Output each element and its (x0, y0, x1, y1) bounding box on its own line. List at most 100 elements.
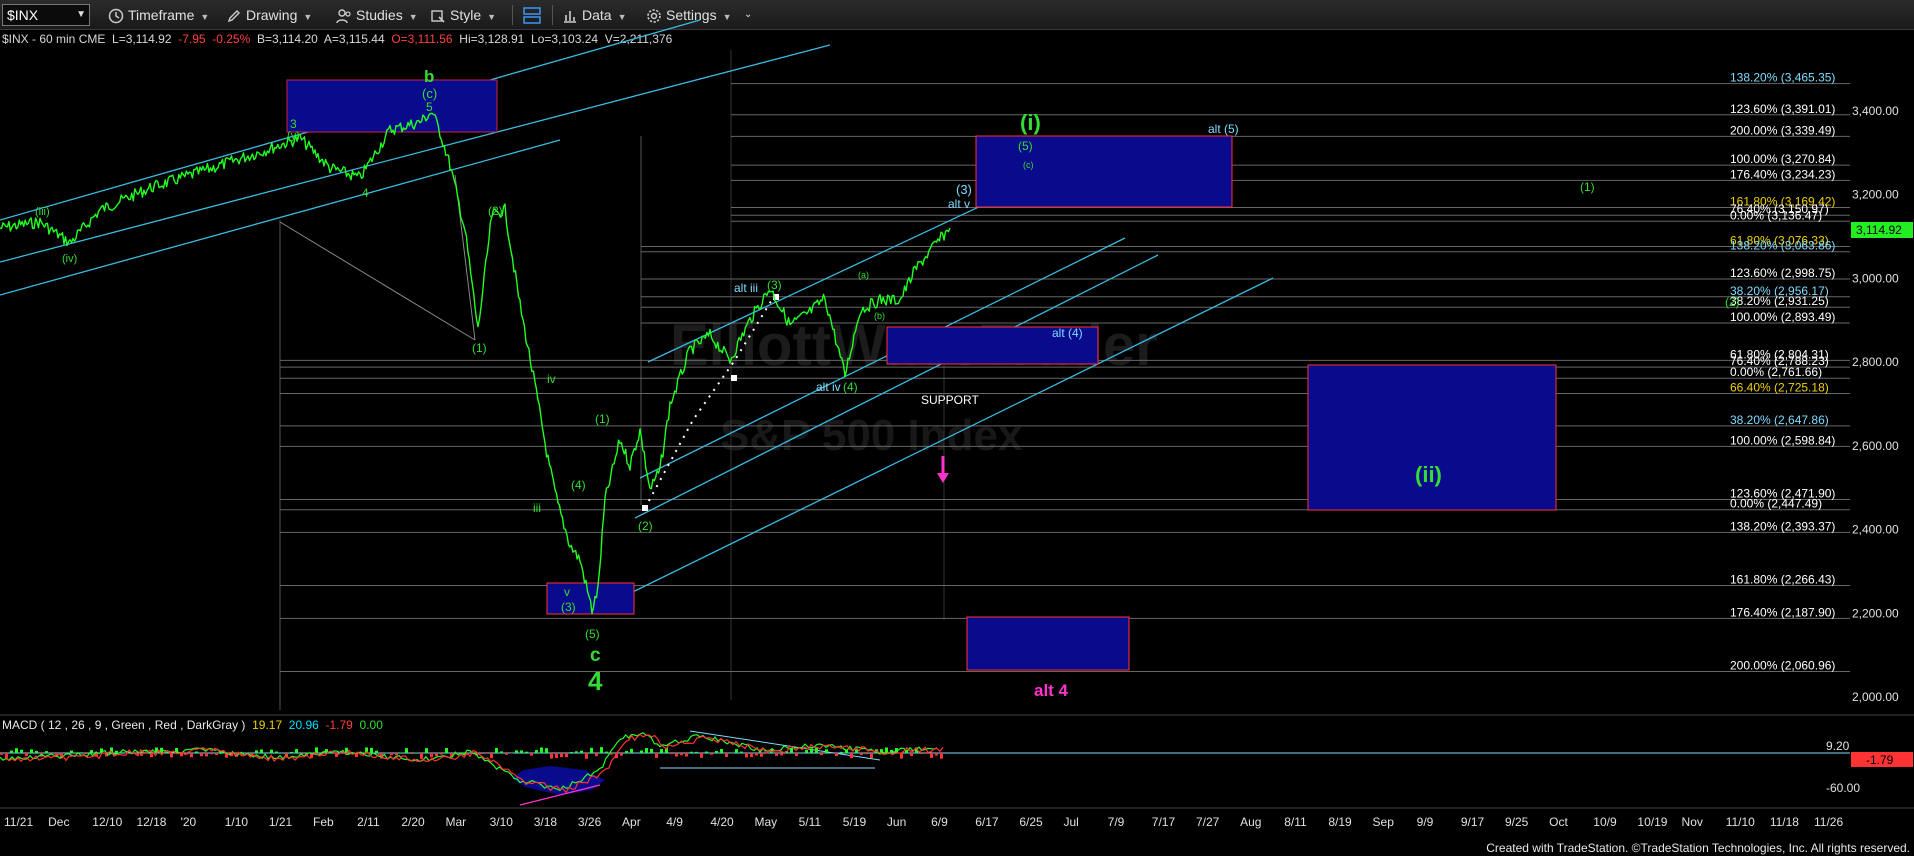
macd-bar (10, 750, 13, 753)
box-b-top (286, 79, 498, 133)
macd-bar (15, 748, 18, 753)
macd-bar (45, 751, 48, 753)
support-label: SUPPORT (921, 393, 979, 407)
macd-bar (865, 753, 868, 755)
price-axis-label: 3,200.00 (1852, 188, 1899, 202)
wave-label-2-right: (2) (1725, 295, 1740, 309)
date-axis-label: 6/25 (1019, 815, 1043, 829)
macd-value: 19.17 (252, 718, 283, 732)
macd-bar (595, 753, 598, 757)
wave-label-iii-dec: (iii) (35, 206, 50, 218)
macd-bar (505, 753, 508, 755)
wave-label-b: b (424, 67, 434, 86)
wave-label-4-apr: (4) (571, 478, 586, 492)
macd-bar (930, 753, 933, 758)
macd-bar (580, 750, 583, 753)
fib-label: 38.20% (2,931.25) (1730, 294, 1829, 308)
wave-label-i-big: (i) (1020, 110, 1041, 135)
macd-bar (205, 753, 208, 757)
date-axis-label: 6/17 (975, 815, 999, 829)
copyright-footer: Created with TradeStation. ©TradeStation… (1486, 841, 1910, 855)
macd-bar (775, 753, 778, 756)
date-axis-label: 1/21 (269, 815, 293, 829)
fib-label: 0.00% (2,447.49) (1730, 497, 1822, 511)
macd-bar (900, 753, 903, 759)
price-axis-label: 2,200.00 (1852, 606, 1899, 620)
macd-bar (150, 753, 153, 758)
wave-label-2-mar: (2) (488, 204, 503, 218)
macd-bar (440, 753, 443, 755)
wave-label-1-apr: (1) (595, 412, 610, 426)
macd-bar (115, 750, 118, 753)
wave-label-y: (y) (287, 130, 300, 142)
macd-bar (25, 753, 28, 757)
date-axis-label: Apr (622, 815, 641, 829)
macd-bar (605, 751, 608, 753)
date-axis-label: 12/18 (136, 815, 166, 829)
date-axis-label: 1/10 (225, 815, 249, 829)
macd-bar (520, 750, 523, 753)
macd-bar (780, 753, 783, 756)
macd-bar (685, 753, 688, 757)
macd-bar (715, 751, 718, 753)
date-axis-label: Nov (1682, 815, 1703, 829)
macd-bar (540, 747, 543, 753)
macd-bar (740, 751, 743, 753)
date-axis-label: Jun (887, 815, 906, 829)
wave-label-alt-v: alt v (948, 197, 970, 211)
date-axis-label: Oct (1549, 815, 1568, 829)
date-axis-label: 11/21 (4, 815, 33, 829)
macd-bar (200, 753, 203, 757)
date-axis-label: 11/26 (1814, 815, 1843, 829)
macd-bar (575, 751, 578, 753)
wave-label-4-big: 4 (588, 666, 603, 696)
macd-bar (690, 751, 693, 753)
macd-bar (860, 753, 863, 755)
macd-bar (490, 753, 493, 759)
date-axis-label: 3/18 (534, 815, 558, 829)
macd-bar (795, 753, 798, 757)
macd-bar (850, 753, 853, 759)
fib-label: 123.60% (3,391.01) (1730, 102, 1835, 116)
macd-bar (415, 752, 418, 753)
macd-bar (840, 751, 843, 753)
macd-bar (675, 753, 678, 757)
macd-bar (35, 750, 38, 753)
macd-bar (480, 753, 483, 755)
macd-bar (140, 753, 143, 756)
macd-bar (535, 750, 538, 753)
macd-bar (720, 749, 723, 753)
macd-bar (820, 753, 823, 756)
fib-label: 176.40% (2,187.90) (1730, 605, 1835, 619)
macd-bar (500, 751, 503, 753)
macd-marker: -1.79 (1866, 753, 1894, 767)
macd-bar (825, 749, 828, 753)
macd-bar (725, 753, 728, 758)
wave-label-3-apr: (3) (767, 278, 782, 292)
wave-label-b-may: (b) (874, 311, 885, 321)
macd-diff: -1.79 (325, 718, 353, 732)
date-axis-label: 10/19 (1637, 815, 1667, 829)
date-axis-label: 5/19 (843, 815, 867, 829)
macd-bar (920, 753, 923, 755)
macd-readout: MACD ( 12 , 26 , 9 , Green , Red , DarkG… (2, 717, 383, 733)
macd-bar (600, 747, 603, 753)
macd-bar (545, 748, 548, 753)
wave-label-c-low: c (590, 645, 601, 666)
date-axis-label: Feb (313, 815, 334, 829)
wave-label-4-feb: 4 (362, 186, 369, 200)
macd-bar (255, 750, 258, 753)
date-axis-label: 6/9 (931, 815, 948, 829)
fib-label: 100.00% (2,598.84) (1730, 433, 1835, 447)
macd-bar (705, 751, 708, 753)
price-chart[interactable]: ElliottWaveTrader S&P 500 Index 138.20% … (0, 0, 1914, 840)
macd-bar (555, 753, 558, 758)
date-axis-label: '20 (181, 815, 197, 829)
date-axis-label: Sep (1373, 815, 1395, 829)
macd-bar (420, 753, 423, 759)
fib-label: 138.20% (3,465.35) (1730, 71, 1835, 85)
macd-bar (645, 748, 648, 753)
macd-bar (435, 753, 438, 757)
pivot-marker (731, 375, 737, 381)
price-axis-label: 3,400.00 (1852, 104, 1899, 118)
